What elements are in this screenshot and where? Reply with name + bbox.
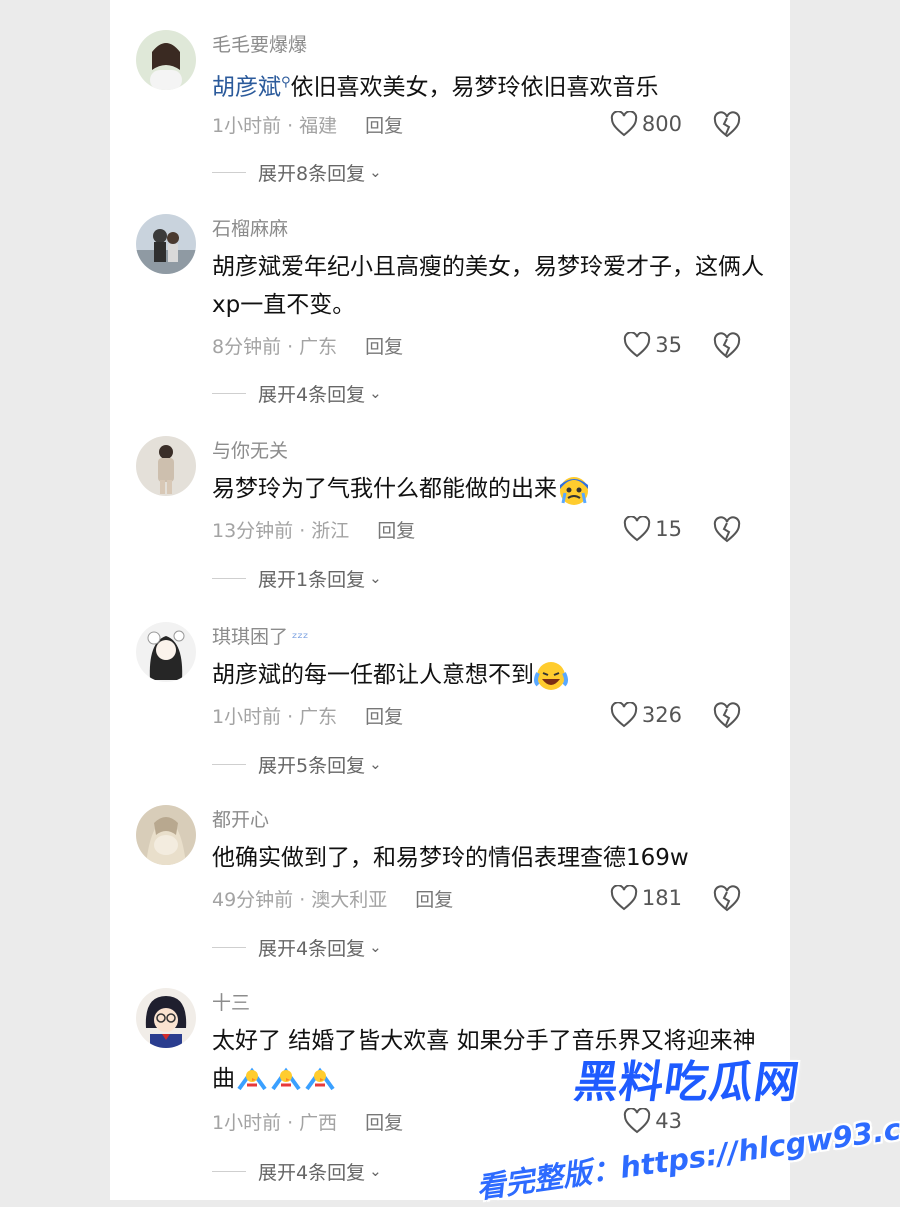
like-count: 15 [655, 517, 682, 541]
comment-time: 13分钟前 [212, 520, 294, 542]
comment-time: 1小时前 [212, 115, 282, 137]
expand-replies[interactable]: 展开5条回复 ⌄ [212, 751, 382, 777]
username[interactable]: 琪琪困了 ᶻᶻᶻ [212, 622, 309, 649]
username[interactable]: 石榴麻麻 [212, 214, 288, 241]
party-bird-icon [303, 1063, 337, 1097]
comment-text: 易梦玲为了气我什么都能做的出来 [212, 470, 772, 508]
reply-button[interactable]: 回复 [415, 889, 453, 911]
dislike-button[interactable] [712, 111, 742, 139]
party-bird-icon [269, 1063, 303, 1097]
comment-text: 胡彦斌的每一任都让人意想不到 [212, 656, 772, 694]
heart-icon [623, 332, 651, 358]
divider [212, 1170, 246, 1172]
comment-time: 49分钟前 [212, 889, 294, 911]
like-count: 35 [655, 333, 682, 357]
comment-location: 澳大利亚 [311, 889, 388, 911]
comment-meta: 1小时前 · 福建 回复 800 [212, 111, 772, 141]
dislike-button[interactable] [712, 702, 742, 730]
like-button[interactable]: 43 [623, 1108, 682, 1134]
reply-button[interactable]: 回复 [365, 115, 403, 137]
comment-text: 他确实做到了，和易梦玲的情侣表理查德169w [212, 845, 689, 871]
comment-meta: 49分钟前 · 澳大利亚 回复 181 [212, 885, 772, 915]
sleepy-icon: ᶻᶻᶻ [292, 629, 309, 647]
comment-time: 8分钟前 [212, 336, 282, 358]
reply-button[interactable]: 回复 [365, 1112, 403, 1134]
like-button[interactable]: 35 [623, 332, 682, 358]
username[interactable]: 十三 [212, 988, 250, 1015]
heart-icon [610, 885, 638, 911]
avatar[interactable] [136, 30, 196, 90]
comment-meta: 1小时前 · 广西 回复 43 [212, 1108, 682, 1134]
like-button[interactable]: 15 [623, 516, 682, 542]
expand-replies[interactable]: 展开4条回复 ⌄ [212, 380, 382, 406]
reply-button[interactable]: 回复 [365, 336, 403, 358]
like-button[interactable]: 326 [610, 702, 682, 728]
chevron-down-icon: ⌄ [369, 1162, 382, 1180]
comment-location: 浙江 [311, 520, 350, 542]
divider [212, 171, 246, 173]
user-mention[interactable]: 胡彦斌 [212, 75, 281, 101]
comment-meta: 8分钟前 · 广东 回复 35 [212, 332, 772, 362]
reply-button[interactable]: 回复 [365, 706, 403, 728]
avatar[interactable] [136, 988, 196, 1048]
crying-face-icon [557, 473, 591, 507]
laughing-crying-icon [534, 659, 568, 693]
avatar[interactable] [136, 805, 196, 865]
dislike-button[interactable] [712, 516, 742, 544]
comment-location: 广东 [299, 706, 338, 728]
comment-meta: 13分钟前 · 浙江 回复 15 [212, 516, 772, 546]
expand-replies[interactable]: 展开4条回复 ⌄ [212, 934, 382, 960]
comment-location: 广东 [299, 336, 338, 358]
search-icon[interactable]: ⚲ [281, 75, 291, 90]
comment-text: 太好了 结婚了皆大欢喜 如果分手了音乐界又将迎来神曲 [212, 1022, 772, 1098]
avatar[interactable] [136, 622, 196, 682]
username[interactable]: 毛毛要爆爆 [212, 30, 307, 57]
broken-heart-icon [712, 111, 742, 139]
comment-text: 胡彦斌⚲依旧喜欢美女，易梦玲依旧喜欢音乐 [212, 74, 659, 101]
comment-location: 广西 [299, 1112, 338, 1134]
expand-replies[interactable]: 展开8条回复 ⌄ [212, 159, 382, 185]
comment-list: 毛毛要爆爆 胡彦斌⚲依旧喜欢美女，易梦玲依旧喜欢音乐 1小时前 · 福建 回复 800… [110, 0, 790, 1200]
like-button[interactable]: 800 [610, 111, 682, 137]
expand-replies[interactable]: 展开1条回复 ⌄ [212, 565, 382, 591]
dislike-button[interactable] [712, 332, 742, 360]
broken-heart-icon [712, 332, 742, 360]
comment-time: 1小时前 [212, 1112, 282, 1134]
comment-time: 1小时前 [212, 706, 282, 728]
avatar[interactable] [136, 436, 196, 496]
chevron-down-icon: ⌄ [369, 569, 382, 587]
username[interactable]: 与你无关 [212, 436, 288, 463]
divider [212, 946, 246, 948]
chevron-down-icon: ⌄ [369, 163, 382, 181]
heart-icon [610, 111, 638, 137]
comment-location: 福建 [299, 115, 338, 137]
heart-icon [623, 1108, 651, 1134]
party-bird-icon [235, 1063, 269, 1097]
chevron-down-icon: ⌄ [369, 755, 382, 773]
like-count: 326 [641, 703, 682, 727]
chevron-down-icon: ⌄ [369, 938, 382, 956]
like-button[interactable]: 181 [610, 885, 682, 911]
like-count: 43 [655, 1109, 682, 1133]
avatar[interactable] [136, 214, 196, 274]
broken-heart-icon [712, 516, 742, 544]
broken-heart-icon [712, 885, 742, 913]
reply-button[interactable]: 回复 [377, 520, 415, 542]
heart-icon [623, 516, 651, 542]
divider [212, 392, 246, 394]
divider [212, 577, 246, 579]
divider [212, 763, 246, 765]
heart-icon [610, 702, 638, 728]
username[interactable]: 都开心 [212, 805, 269, 832]
expand-replies[interactable]: 展开4条回复 ⌄ [212, 1158, 382, 1184]
like-count: 800 [641, 112, 682, 136]
comment-meta: 1小时前 · 广东 回复 326 [212, 702, 772, 732]
broken-heart-icon [712, 702, 742, 730]
chevron-down-icon: ⌄ [369, 384, 382, 402]
dislike-button[interactable] [712, 885, 742, 913]
like-count: 181 [641, 886, 682, 910]
comment-text: 胡彦斌爱年纪小且高瘦的美女，易梦玲爱才子，这俩人xp一直不变。 [212, 254, 764, 318]
